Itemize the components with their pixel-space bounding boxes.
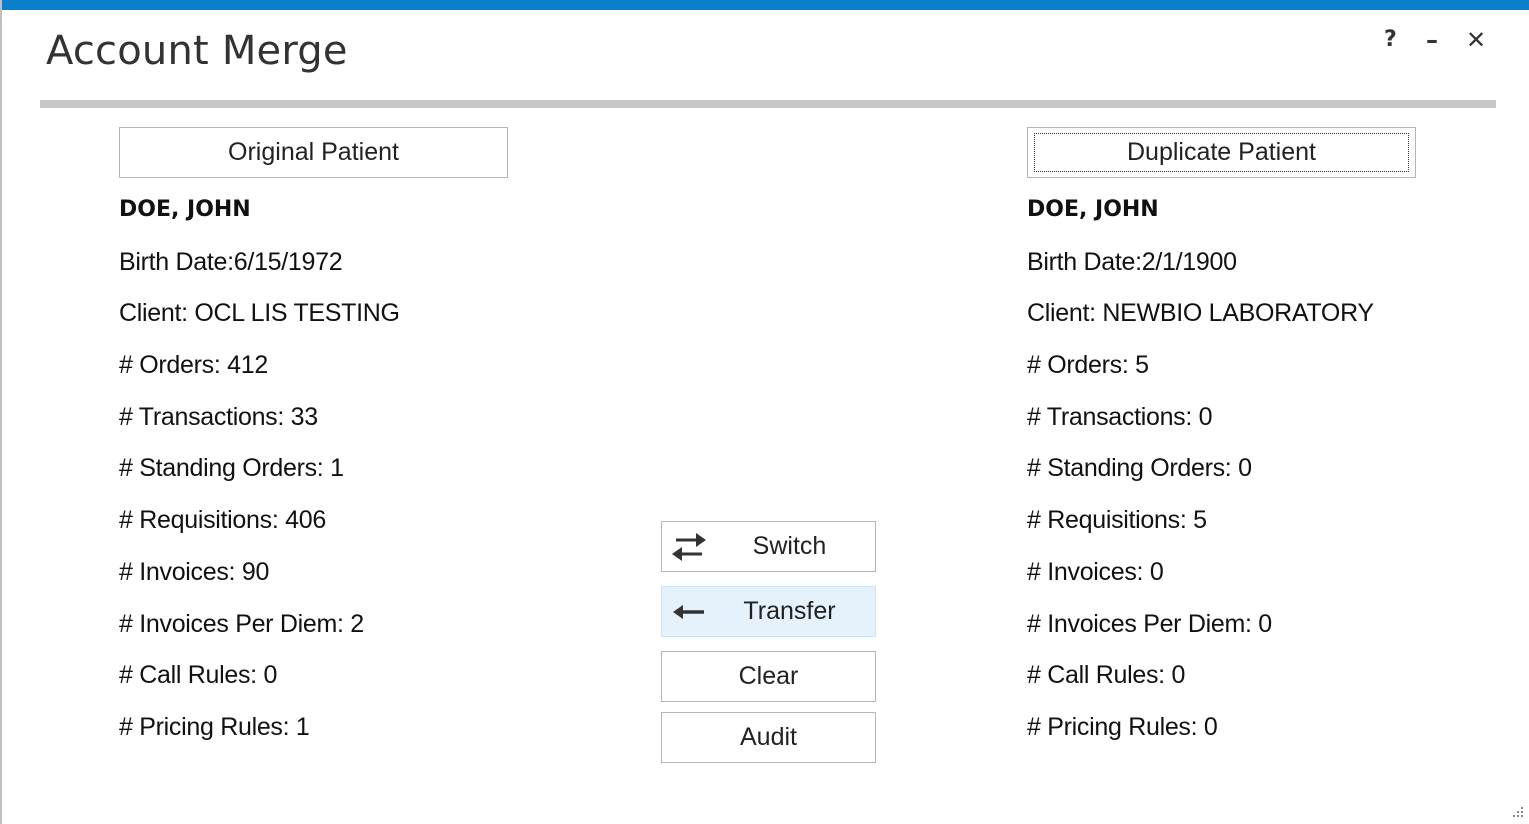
swap-arrows-icon — [672, 533, 706, 561]
clear-button[interactable]: Clear — [661, 651, 876, 702]
resize-grip-icon[interactable] — [1502, 796, 1526, 820]
duplicate-patient-name: DOE, JOHN — [1027, 197, 1159, 222]
original-patient-button[interactable]: Original Patient — [119, 127, 508, 178]
transfer-button[interactable]: Transfer — [661, 586, 876, 637]
duplicate-orders: # Orders: 5 — [1027, 351, 1149, 380]
duplicate-invoices: # Invoices: 0 — [1027, 557, 1164, 586]
duplicate-requisitions: # Requisitions: 5 — [1027, 506, 1207, 535]
title-divider — [40, 100, 1496, 108]
duplicate-standing-orders: # Standing Orders: 0 — [1027, 454, 1252, 483]
focus-rectangle — [1034, 133, 1409, 172]
duplicate-invoices-per-diem: # Invoices Per Diem: 0 — [1027, 609, 1272, 638]
original-invoices-per-diem: # Invoices Per Diem: 2 — [119, 609, 364, 638]
duplicate-patient-details: DOE, JOHN Birth Date:2/1/1900 Client: NE… — [1027, 186, 1374, 755]
minimize-icon[interactable]: – — [1426, 26, 1438, 54]
original-client: Client: OCL LIS TESTING — [119, 299, 400, 328]
account-merge-window: Account Merge ? – ✕ Original Patient Dup… — [0, 0, 1529, 824]
original-call-rules: # Call Rules: 0 — [119, 661, 278, 690]
window-accent-bar — [2, 0, 1529, 10]
duplicate-patient-button[interactable]: Duplicate Patient — [1027, 127, 1416, 178]
help-icon[interactable]: ? — [1384, 26, 1397, 54]
original-orders: # Orders: 412 — [119, 351, 268, 380]
transfer-label: Transfer — [743, 597, 836, 625]
duplicate-pricing-rules: # Pricing Rules: 0 — [1027, 712, 1218, 741]
audit-label: Audit — [740, 723, 797, 751]
original-invoices: # Invoices: 90 — [119, 557, 270, 586]
clear-label: Clear — [738, 662, 799, 690]
switch-label: Switch — [752, 532, 827, 560]
duplicate-transactions: # Transactions: 0 — [1027, 402, 1213, 431]
original-patient-details: DOE, JOHN Birth Date:6/15/1972 Client: O… — [119, 186, 400, 755]
arrow-left-icon — [673, 605, 704, 619]
duplicate-client: Client: NEWBIO LABORATORY — [1027, 299, 1374, 328]
switch-button[interactable]: Switch — [661, 521, 876, 572]
window-title: Account Merge — [46, 28, 348, 74]
original-standing-orders: # Standing Orders: 1 — [119, 454, 344, 483]
close-icon[interactable]: ✕ — [1466, 26, 1486, 54]
original-patient-label: Original Patient — [228, 138, 399, 166]
original-patient-name: DOE, JOHN — [119, 197, 251, 222]
original-birth-date: Birth Date:6/15/1972 — [119, 247, 343, 276]
duplicate-call-rules: # Call Rules: 0 — [1027, 661, 1186, 690]
audit-button[interactable]: Audit — [661, 712, 876, 763]
original-requisitions: # Requisitions: 406 — [119, 506, 326, 535]
original-pricing-rules: # Pricing Rules: 1 — [119, 712, 310, 741]
original-transactions: # Transactions: 33 — [119, 402, 318, 431]
duplicate-birth-date: Birth Date:2/1/1900 — [1027, 247, 1237, 276]
